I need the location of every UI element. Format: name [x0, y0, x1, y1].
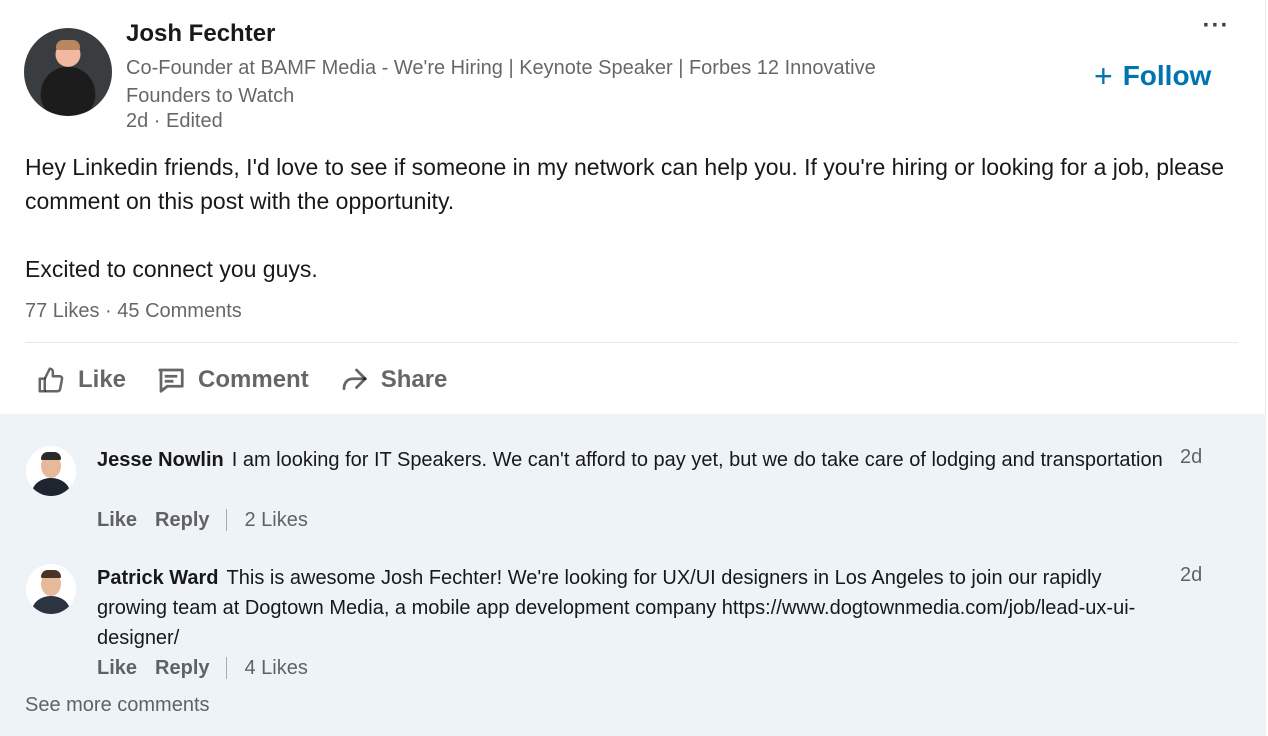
- commenter-avatar[interactable]: [26, 564, 76, 614]
- see-more-comments-link[interactable]: See more comments: [25, 694, 210, 717]
- comment-actions: Like Reply 2 Likes: [97, 505, 308, 535]
- author-headline: Co-Founder at BAMF Media - We're Hiring …: [126, 57, 876, 107]
- thumbs-up-icon: [38, 367, 64, 393]
- ellipsis-icon: ···: [1202, 12, 1230, 39]
- feed-post-card: Josh Fechter Co-Founder at BAMF Media - …: [0, 0, 1266, 736]
- post-body: Hey Linkedin friends, I'd love to see if…: [25, 150, 1245, 286]
- avatar-hair: [41, 452, 61, 460]
- comment-like-button[interactable]: Like: [97, 657, 137, 680]
- commenter-name[interactable]: Patrick Ward: [97, 567, 219, 589]
- avatar-shirt: [32, 596, 70, 614]
- separator: [225, 657, 227, 679]
- comments-count[interactable]: 45 Comments: [117, 300, 242, 322]
- comment-reply-button[interactable]: Reply: [155, 509, 209, 532]
- separator: [225, 509, 227, 531]
- share-label: Share: [380, 366, 448, 393]
- comment-button[interactable]: Comment: [156, 365, 309, 395]
- share-arrow-icon: [342, 368, 367, 391]
- author-avatar[interactable]: [24, 28, 112, 116]
- comment-text: This is awesome Josh Fechter! We're look…: [97, 567, 1136, 649]
- comments-section: Jesse Nowlin I am looking for IT Speakers…: [0, 414, 1266, 736]
- divider: [25, 342, 1238, 343]
- comment-body: Patrick Ward This is awesome Josh Fechter…: [97, 563, 1172, 653]
- commenter-name[interactable]: Jesse Nowlin: [97, 449, 224, 471]
- social-counts: 77 Likes · 45 Comments: [25, 300, 242, 323]
- follow-button[interactable]: + Follow: [1094, 56, 1211, 96]
- avatar-hair: [56, 40, 80, 50]
- share-button[interactable]: Share: [339, 365, 448, 395]
- comment-like-button[interactable]: Like: [97, 509, 137, 532]
- more-options-button[interactable]: ···: [1200, 14, 1232, 46]
- like-button[interactable]: Like: [36, 365, 126, 395]
- post-paragraph: Hey Linkedin friends, I'd love to see if…: [25, 154, 1225, 214]
- comment-timestamp: 2d: [1180, 446, 1203, 468]
- comment-body: Jesse Nowlin I am looking for IT Speakers…: [97, 445, 1172, 475]
- avatar-shirt: [32, 478, 70, 496]
- like-label: Like: [78, 366, 127, 393]
- comment-reply-button[interactable]: Reply: [155, 657, 209, 680]
- comment-text: I am looking for IT Speakers. We can't a…: [231, 449, 1163, 471]
- comment-label: Comment: [198, 366, 309, 393]
- follow-label: Follow: [1122, 60, 1212, 91]
- social-actions-bar: Like Comment Share: [36, 358, 477, 402]
- post-paragraph: Excited to connect you guys.: [25, 256, 318, 282]
- likes-count[interactable]: 77 Likes: [25, 300, 100, 322]
- comment-actions: Like Reply 4 Likes: [97, 653, 308, 683]
- commenter-avatar[interactable]: [26, 446, 76, 496]
- comment-timestamp: 2d: [1180, 564, 1203, 586]
- avatar-hair: [41, 570, 61, 578]
- author-name[interactable]: Josh Fechter: [126, 20, 275, 48]
- plus-icon: +: [1094, 58, 1113, 94]
- post-timestamp: 2d · Edited: [126, 110, 223, 132]
- comment-likes-count[interactable]: 4 Likes: [245, 657, 308, 680]
- dot-separator: ·: [99, 300, 118, 322]
- comment-likes-count[interactable]: 2 Likes: [245, 509, 308, 532]
- comment-icon: [158, 368, 184, 393]
